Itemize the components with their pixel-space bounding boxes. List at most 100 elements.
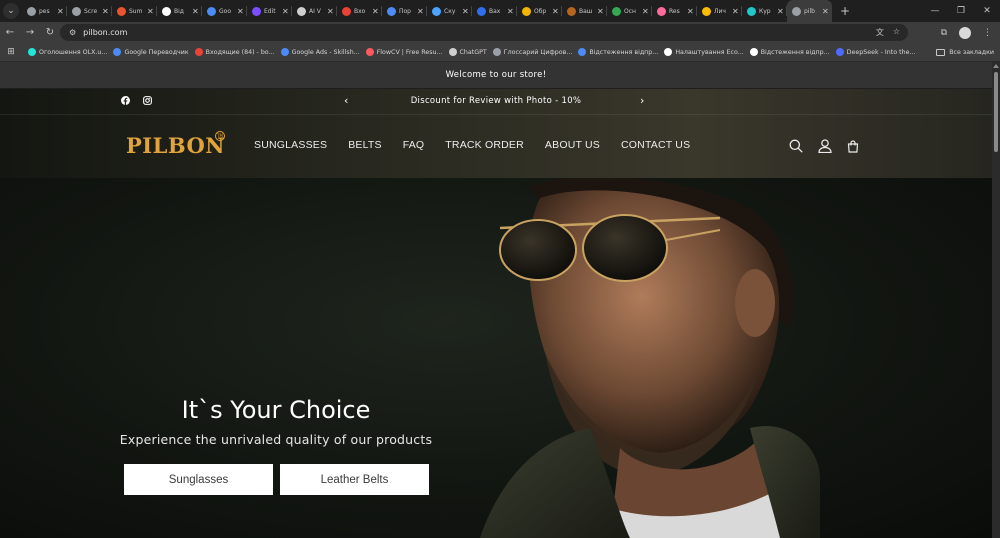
tab-title: Обр (534, 7, 547, 15)
profile-avatar[interactable] (959, 26, 971, 39)
browser-menu-icon[interactable]: ⋮ (983, 28, 992, 38)
web-page: Welcome to our store! ‹ Discount for Rev… (0, 62, 992, 538)
nav-item-track-order[interactable]: TRACK ORDER (445, 139, 524, 151)
url-text[interactable]: pilbon.com (83, 28, 127, 37)
nav-item-belts[interactable]: BELTS (348, 139, 381, 151)
tab-close-icon[interactable]: ✕ (777, 7, 784, 16)
bookmark-label: FlowCV | Free Resu... (376, 48, 443, 56)
announcement-bar: Welcome to our store! (0, 62, 992, 89)
promo-next-arrow[interactable]: › (640, 94, 644, 107)
bookmark-label: Відстеження відпр... (589, 48, 659, 56)
bookmark-label: Налаштування Eco... (675, 48, 744, 56)
bookmark-item[interactable]: Оголошення OLX.u... (28, 43, 107, 62)
tab-close-icon[interactable]: ✕ (462, 7, 469, 16)
nav-item-about-us[interactable]: ABOUT US (545, 139, 600, 151)
tab-favicon-icon (252, 6, 261, 16)
search-icon[interactable] (789, 139, 803, 153)
browser-tab[interactable]: Sum ✕ (112, 0, 157, 22)
restore-icon[interactable]: ❐ (948, 6, 974, 16)
tab-title: Осн (624, 7, 636, 15)
browser-tab[interactable]: Обр ✕ (517, 0, 562, 22)
site-logo[interactable]: PILBON (126, 133, 225, 158)
tab-close-icon[interactable]: ✕ (417, 7, 424, 16)
scroll-up-icon[interactable] (993, 64, 999, 68)
tab-close-icon[interactable]: ✕ (732, 7, 739, 16)
leather-belts-button[interactable]: Leather Belts (280, 464, 429, 495)
nav-item-faq[interactable]: FAQ (403, 139, 425, 151)
bookmark-item[interactable]: Налаштування Eco... (664, 43, 744, 62)
browser-tab[interactable]: Goo ✕ (202, 0, 247, 22)
browser-tab[interactable]: pes ✕ (22, 0, 67, 22)
nav-item-contact-us[interactable]: CONTACT US (621, 139, 690, 151)
facebook-icon[interactable] (121, 96, 130, 105)
promo-prev-arrow[interactable]: ‹ (344, 94, 348, 107)
bookmark-item[interactable]: Google Ads - Skillsh... (280, 43, 360, 62)
all-bookmarks-button[interactable]: Все закладки (936, 43, 994, 62)
bookmark-item[interactable]: Google Переводчик (113, 43, 189, 62)
tab-close-icon[interactable]: ✕ (642, 7, 649, 16)
nav-item-sunglasses[interactable]: SUNGLASSES (254, 139, 327, 151)
tab-close-icon[interactable]: ✕ (192, 7, 199, 16)
bookmark-star-icon[interactable]: ☆ (893, 27, 900, 38)
bookmark-item[interactable]: Відстеження відпр... (578, 43, 658, 62)
bookmark-label: Google Переводчик (124, 48, 189, 56)
account-icon[interactable] (818, 139, 832, 153)
bookmark-item[interactable]: Входящие (84) - bo... (194, 43, 275, 62)
apps-grid-icon[interactable]: ⊞ (0, 47, 22, 57)
forward-icon[interactable]: → (20, 27, 40, 38)
tab-title: pilb (804, 7, 815, 15)
scrollbar-thumb[interactable] (994, 72, 998, 152)
browser-tab[interactable]: Від ✕ (157, 0, 202, 22)
tab-close-icon[interactable]: ✕ (237, 7, 244, 16)
tab-close-icon[interactable]: ✕ (372, 7, 379, 16)
browser-tab[interactable]: Ску ✕ (427, 0, 472, 22)
tab-close-icon[interactable]: ✕ (147, 7, 154, 16)
back-icon[interactable]: ← (0, 27, 20, 38)
tab-title: Res (669, 7, 680, 15)
reload-icon[interactable]: ↻ (40, 27, 60, 38)
tab-close-icon[interactable]: ✕ (282, 7, 289, 16)
sunglasses-button[interactable]: Sunglasses (124, 464, 273, 495)
bookmark-item[interactable]: DeepSeek - Into the... (835, 43, 915, 62)
minimize-icon[interactable]: — (922, 6, 948, 16)
page-scrollbar[interactable] (992, 62, 1000, 538)
bookmark-favicon-icon (113, 48, 122, 56)
tab-close-icon[interactable]: ✕ (57, 7, 64, 16)
browser-tab[interactable]: Scre ✕ (67, 0, 112, 22)
tab-title: Goo (219, 7, 231, 15)
instagram-icon[interactable] (143, 96, 152, 105)
browser-tab[interactable]: Вах ✕ (472, 0, 517, 22)
tab-close-icon[interactable]: ✕ (552, 7, 559, 16)
browser-tab[interactable]: Res ✕ (652, 0, 697, 22)
tab-close-icon[interactable]: ✕ (687, 7, 694, 16)
tab-favicon-icon (747, 6, 756, 16)
translate-icon[interactable]: 文 (876, 27, 884, 38)
cart-icon[interactable] (847, 139, 859, 153)
bookmark-item[interactable]: FlowCV | Free Resu... (365, 43, 443, 62)
tab-close-icon[interactable]: ✕ (327, 7, 334, 16)
new-tab-button[interactable]: + (836, 2, 854, 20)
tab-close-icon[interactable]: ✕ (102, 7, 109, 16)
browser-tab[interactable]: AI V ✕ (292, 0, 337, 22)
browser-tab[interactable]: Ваш ✕ (562, 0, 607, 22)
address-bar[interactable]: ⚙ pilbon.com 文 ☆ (60, 24, 908, 41)
tab-close-icon[interactable]: ✕ (507, 7, 514, 16)
bookmark-favicon-icon (365, 48, 374, 56)
close-window-icon[interactable]: ✕ (974, 6, 1000, 16)
browser-tab[interactable]: Осн ✕ (607, 0, 652, 22)
bookmark-item[interactable]: Глоссарий Цифров... (492, 43, 572, 62)
browser-tab[interactable]: Пор ✕ (382, 0, 427, 22)
browser-tab[interactable]: Вхо ✕ (337, 0, 382, 22)
browser-tab[interactable]: Edit ✕ (247, 0, 292, 22)
bookmark-item[interactable]: ChatGPT (448, 43, 487, 62)
tab-favicon-icon (432, 6, 441, 16)
extensions-icon[interactable]: ⧉ (941, 28, 947, 38)
browser-tab[interactable]: Лич ✕ (697, 0, 742, 22)
bookmark-item[interactable]: Відстеження відпр... (749, 43, 830, 62)
tab-close-icon[interactable]: ✕ (597, 7, 604, 16)
browser-tab[interactable]: Кур ✕ (742, 0, 787, 22)
tab-search-button[interactable]: ⌄ (3, 3, 19, 19)
tab-close-icon[interactable]: ✕ (822, 7, 829, 16)
browser-tab[interactable]: pilb ✕ (787, 0, 832, 22)
site-info-icon[interactable]: ⚙ (69, 28, 76, 37)
